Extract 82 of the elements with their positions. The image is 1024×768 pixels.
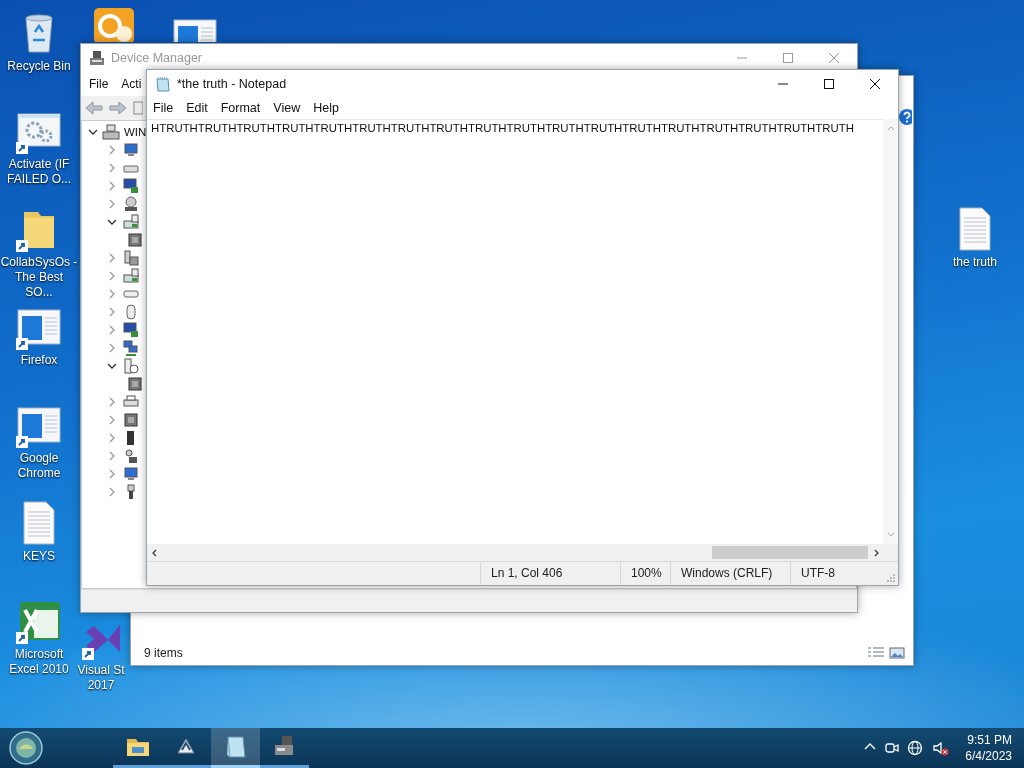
close-icon [870,78,880,89]
close-icon [829,52,839,63]
expand-chevron-icon[interactable] [107,397,117,407]
device-icon [123,358,139,374]
expand-chevron-icon[interactable] [107,433,117,443]
monitor-icon [123,142,139,158]
expand-chevron-icon[interactable] [107,199,117,209]
window-title: Device Manager [111,50,203,65]
properties-icon[interactable] [133,100,143,116]
speaker-muted-icon[interactable] [932,740,951,756]
icon-label[interactable]: Microsoft Excel 2010 [9,647,69,677]
maximize-icon [783,52,793,63]
device-icon [123,340,139,356]
expand-chevron-icon[interactable] [107,253,117,263]
icon-label[interactable]: the truth [953,255,997,270]
expand-chevron-icon[interactable] [107,469,117,479]
expand-chevron-icon[interactable] [107,451,117,461]
expand-chevron-icon[interactable] [107,145,117,155]
icon-label[interactable]: CollabSysOs - The Best SO... [0,255,78,300]
back-arrow-icon[interactable] [85,100,103,116]
icon-label[interactable]: Firefox [20,353,58,368]
collapse-chevron-icon[interactable] [107,361,117,371]
device-icon [123,394,139,410]
document-text: HTRUTHTRUTHTRUTHTRUTHTRUTHTRUTHTRUTHTRUTHTRUTHTRUTHTRUTHTRUTHTRUTHTRUTHTRUTHTRUTHTRUTHTRUTH [150,121,855,134]
device-icon [127,232,143,248]
device-icon [127,376,143,392]
device-icon [123,196,139,212]
status-text: Ln 1, Col 406 [480,562,620,585]
window-title: *the truth - Notepad [177,76,288,91]
resize-grip-icon[interactable] [886,573,896,583]
device-icon [123,448,139,464]
collapse-chevron-icon[interactable] [88,127,98,137]
menu-item[interactable]: Help [313,101,339,115]
status-text: 100% [620,562,670,585]
expand-chevron-icon[interactable] [107,415,117,425]
menu-item[interactable]: Acti [121,76,142,91]
monitor-icon [123,466,139,482]
expand-chevron-icon[interactable] [107,163,117,173]
expand-chevron-icon[interactable] [107,487,117,497]
icon-label[interactable]: Recycle Bin [7,59,71,74]
details-view-icon[interactable] [867,646,885,660]
notepad-icon [155,75,171,92]
device-icon [123,412,139,428]
monitor-icon [123,178,139,194]
menu-item[interactable]: Edit [186,101,208,115]
icon-label[interactable]: Activate (IF FAILED O... [7,157,71,187]
horizontal-scrollbar[interactable] [147,544,898,561]
expand-chevron-icon[interactable] [107,325,117,335]
device-icon [123,250,139,266]
vertical-scrollbar[interactable] [883,119,898,544]
start-orb-icon[interactable] [9,731,43,765]
device-manager-icon [89,49,105,66]
status-text: UTF-8 [790,562,886,585]
expand-chevron-icon[interactable] [107,271,117,281]
clock-time[interactable]: 9:51 PM [967,732,1012,748]
taskbar-app-button[interactable] [211,728,260,768]
tree-item-label[interactable]: WIN [124,126,147,138]
menu-item[interactable]: File [89,76,109,91]
expand-chevron-icon[interactable] [107,289,117,299]
help-icon[interactable] [899,109,912,125]
device-icon [123,304,139,320]
status-text: Windows (CRLF) [670,562,790,585]
item-count: 9 items [144,646,183,660]
computer-icon [102,124,120,140]
menu-item[interactable]: View [273,101,301,115]
icon-label[interactable]: KEYS [23,549,55,564]
menu-item[interactable]: File [153,101,174,115]
expand-chevron-icon[interactable] [107,181,117,191]
icon-label[interactable]: Google Chrome [17,451,61,481]
clock-date[interactable]: 6/4/2023 [965,748,1012,764]
camera-icon[interactable] [884,740,901,756]
scrollbar-thumb[interactable] [712,546,868,559]
forward-arrow-icon[interactable] [109,100,127,116]
monitor-icon [123,322,139,338]
device-icon [123,214,139,230]
expand-chevron-icon[interactable] [107,343,117,353]
expand-chevron-icon[interactable] [107,307,117,317]
maximize-icon [824,78,834,89]
collapse-chevron-icon[interactable] [107,217,117,227]
menu-item[interactable]: Format [220,101,261,115]
picture-view-icon[interactable] [889,646,905,660]
device-icon [123,268,139,284]
